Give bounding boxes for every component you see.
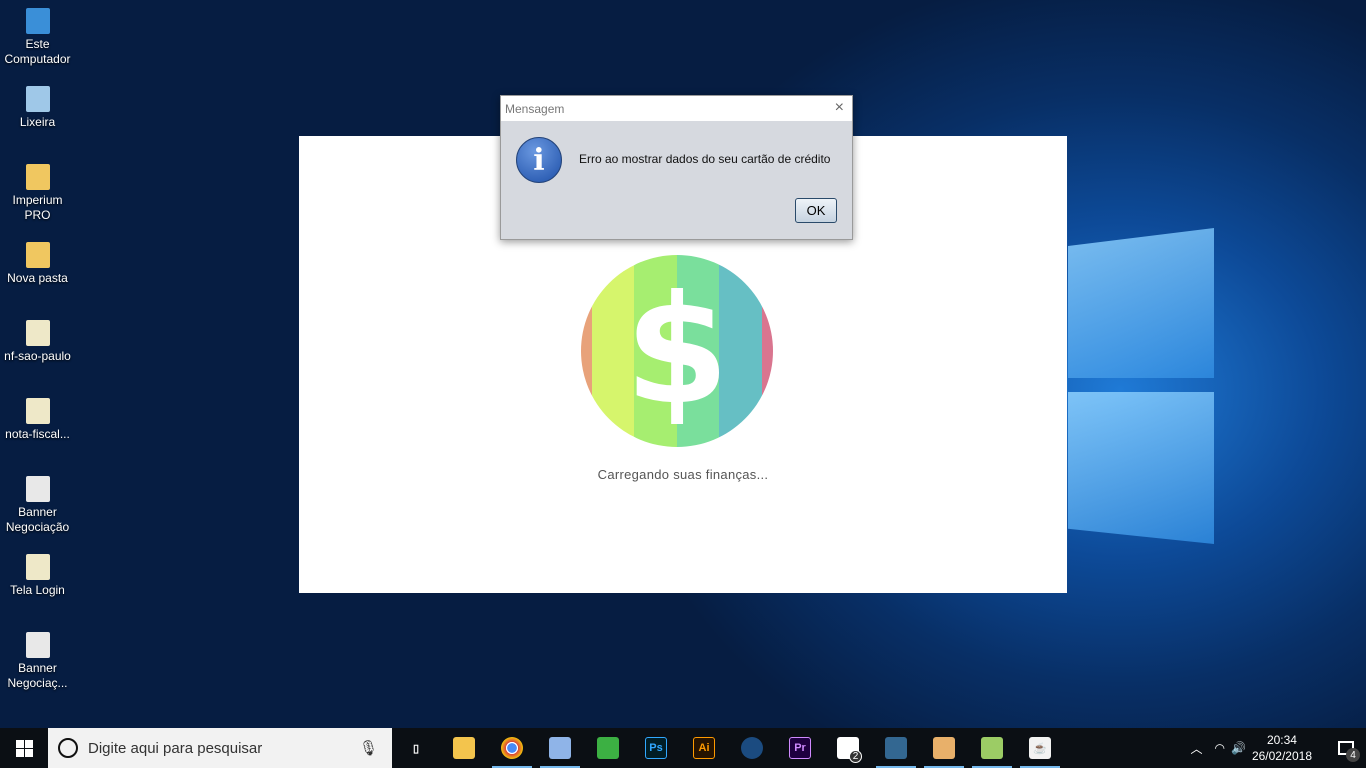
wifi-icon[interactable]: ◠ bbox=[1215, 741, 1225, 755]
taskbar-mail-button[interactable]: 2 bbox=[824, 728, 872, 768]
dialog-message: Erro ao mostrar dados do seu cartão de c… bbox=[579, 152, 831, 166]
java-icon: ☕ bbox=[1029, 737, 1051, 759]
desktop-icon-label: Imperium PRO bbox=[12, 193, 63, 222]
image-file-icon bbox=[25, 554, 50, 580]
windows-icon bbox=[15, 739, 33, 757]
info-icon: i bbox=[516, 137, 562, 183]
desktop-icon[interactable]: Este Computador bbox=[0, 8, 75, 67]
ok-button[interactable]: OK bbox=[795, 198, 837, 223]
desktop-icon[interactable]: Tela Login bbox=[0, 554, 75, 598]
search-box[interactable]: Digite aqui para pesquisar 🎙 bbox=[48, 728, 392, 768]
desktop-icon[interactable]: Nova pasta bbox=[0, 242, 75, 286]
taskbar-premiere-button[interactable]: Pr bbox=[776, 728, 824, 768]
computer-icon bbox=[25, 8, 50, 34]
folder-icon bbox=[25, 242, 50, 268]
image-file-icon bbox=[25, 320, 50, 346]
mail-badge: 2 bbox=[849, 750, 862, 763]
notification-count: 4 bbox=[1346, 748, 1360, 762]
desktop-icon-label: Lixeira bbox=[19, 115, 56, 129]
notepad-icon bbox=[981, 737, 1003, 759]
dialog-title: Mensagem bbox=[505, 101, 565, 116]
task-view-icon: ▯ bbox=[412, 742, 420, 755]
cortana-icon bbox=[58, 738, 78, 758]
message-dialog: Mensagem × i Erro ao mostrar dados do se… bbox=[500, 95, 853, 240]
desktop-icon-label: Banner Negociação bbox=[5, 505, 70, 534]
wallpaper-logo bbox=[1068, 392, 1214, 544]
desktop-icon-label: nf-sao-paulo bbox=[4, 349, 71, 363]
premiere-icon: Pr bbox=[789, 737, 811, 759]
virtualbox-icon bbox=[549, 737, 571, 759]
taskbar-java-button[interactable]: ☕ bbox=[1016, 728, 1064, 768]
desktop-icon-label: nota-fiscal... bbox=[5, 427, 70, 441]
wallpaper-logo bbox=[1068, 228, 1214, 378]
folder-icon bbox=[25, 164, 50, 190]
desktop-icon[interactable]: nota-fiscal... bbox=[0, 398, 75, 442]
recycle-bin-icon bbox=[25, 86, 50, 112]
taskbar-paint-button[interactable] bbox=[920, 728, 968, 768]
desktop-icon[interactable]: Imperium PRO bbox=[0, 164, 75, 223]
chrome-icon bbox=[501, 737, 523, 759]
time: 20:34 bbox=[1266, 733, 1297, 747]
file-explorer-icon bbox=[453, 737, 475, 759]
desktop-icon[interactable]: nf-sao-paulo bbox=[0, 320, 75, 364]
taskbar-task-view-button[interactable]: ▯ bbox=[392, 728, 440, 768]
desktop-icon[interactable]: Banner Negociaç... bbox=[0, 632, 75, 691]
desktop-icon-label: Banner Negociaç... bbox=[7, 661, 68, 690]
taskbar-terminal-app-button[interactable] bbox=[584, 728, 632, 768]
postgresql-icon bbox=[885, 737, 907, 759]
steam-icon bbox=[741, 737, 763, 759]
paint-icon bbox=[933, 737, 955, 759]
taskbar-file-explorer-button[interactable] bbox=[440, 728, 488, 768]
taskbar-postgresql-button[interactable] bbox=[872, 728, 920, 768]
system-tray: ︿ ◠ 🔊 20:34 26/02/2018 4 bbox=[1190, 728, 1366, 768]
desktop-icon[interactable]: Banner Negociação bbox=[0, 476, 75, 535]
loading-text: Carregando suas finanças... bbox=[597, 467, 769, 482]
dollar-icon: $ bbox=[624, 264, 730, 438]
clock[interactable]: 20:34 26/02/2018 bbox=[1252, 732, 1312, 764]
taskbar-photoshop-button[interactable]: Ps bbox=[632, 728, 680, 768]
pdf-icon bbox=[25, 632, 50, 658]
desktop-icon-label: Tela Login bbox=[10, 583, 65, 597]
volume-icon[interactable]: 🔊 bbox=[1231, 741, 1246, 755]
photoshop-icon: Ps bbox=[645, 737, 667, 759]
taskbar: Digite aqui para pesquisar 🎙 ▯ Ps Ai Pr 2 ☕ ︿… bbox=[0, 728, 1366, 768]
close-icon[interactable]: × bbox=[835, 99, 844, 117]
terminal-app-icon bbox=[597, 737, 619, 759]
illustrator-icon: Ai bbox=[693, 737, 715, 759]
desktop-icon-label: Este Computador bbox=[4, 37, 71, 66]
dollar-coin-logo: $ bbox=[581, 255, 773, 447]
taskbar-illustrator-button[interactable]: Ai bbox=[680, 728, 728, 768]
desktop-icon[interactable]: Lixeira bbox=[0, 86, 75, 130]
pdf-icon bbox=[25, 476, 50, 502]
search-placeholder: Digite aqui para pesquisar bbox=[88, 739, 263, 757]
microphone-icon[interactable]: 🎙 bbox=[359, 739, 378, 757]
desktop-icon-label: Nova pasta bbox=[7, 271, 68, 285]
notifications-button[interactable]: 4 bbox=[1326, 728, 1366, 768]
taskbar-chrome-button[interactable] bbox=[488, 728, 536, 768]
taskbar-notepad-button[interactable] bbox=[968, 728, 1016, 768]
taskbar-steam-button[interactable] bbox=[728, 728, 776, 768]
taskbar-virtualbox-button[interactable] bbox=[536, 728, 584, 768]
date: 26/02/2018 bbox=[1251, 749, 1312, 763]
chevron-up-icon[interactable]: ︿ bbox=[1190, 740, 1202, 757]
image-file-icon bbox=[25, 398, 50, 424]
start-button[interactable] bbox=[0, 728, 48, 768]
